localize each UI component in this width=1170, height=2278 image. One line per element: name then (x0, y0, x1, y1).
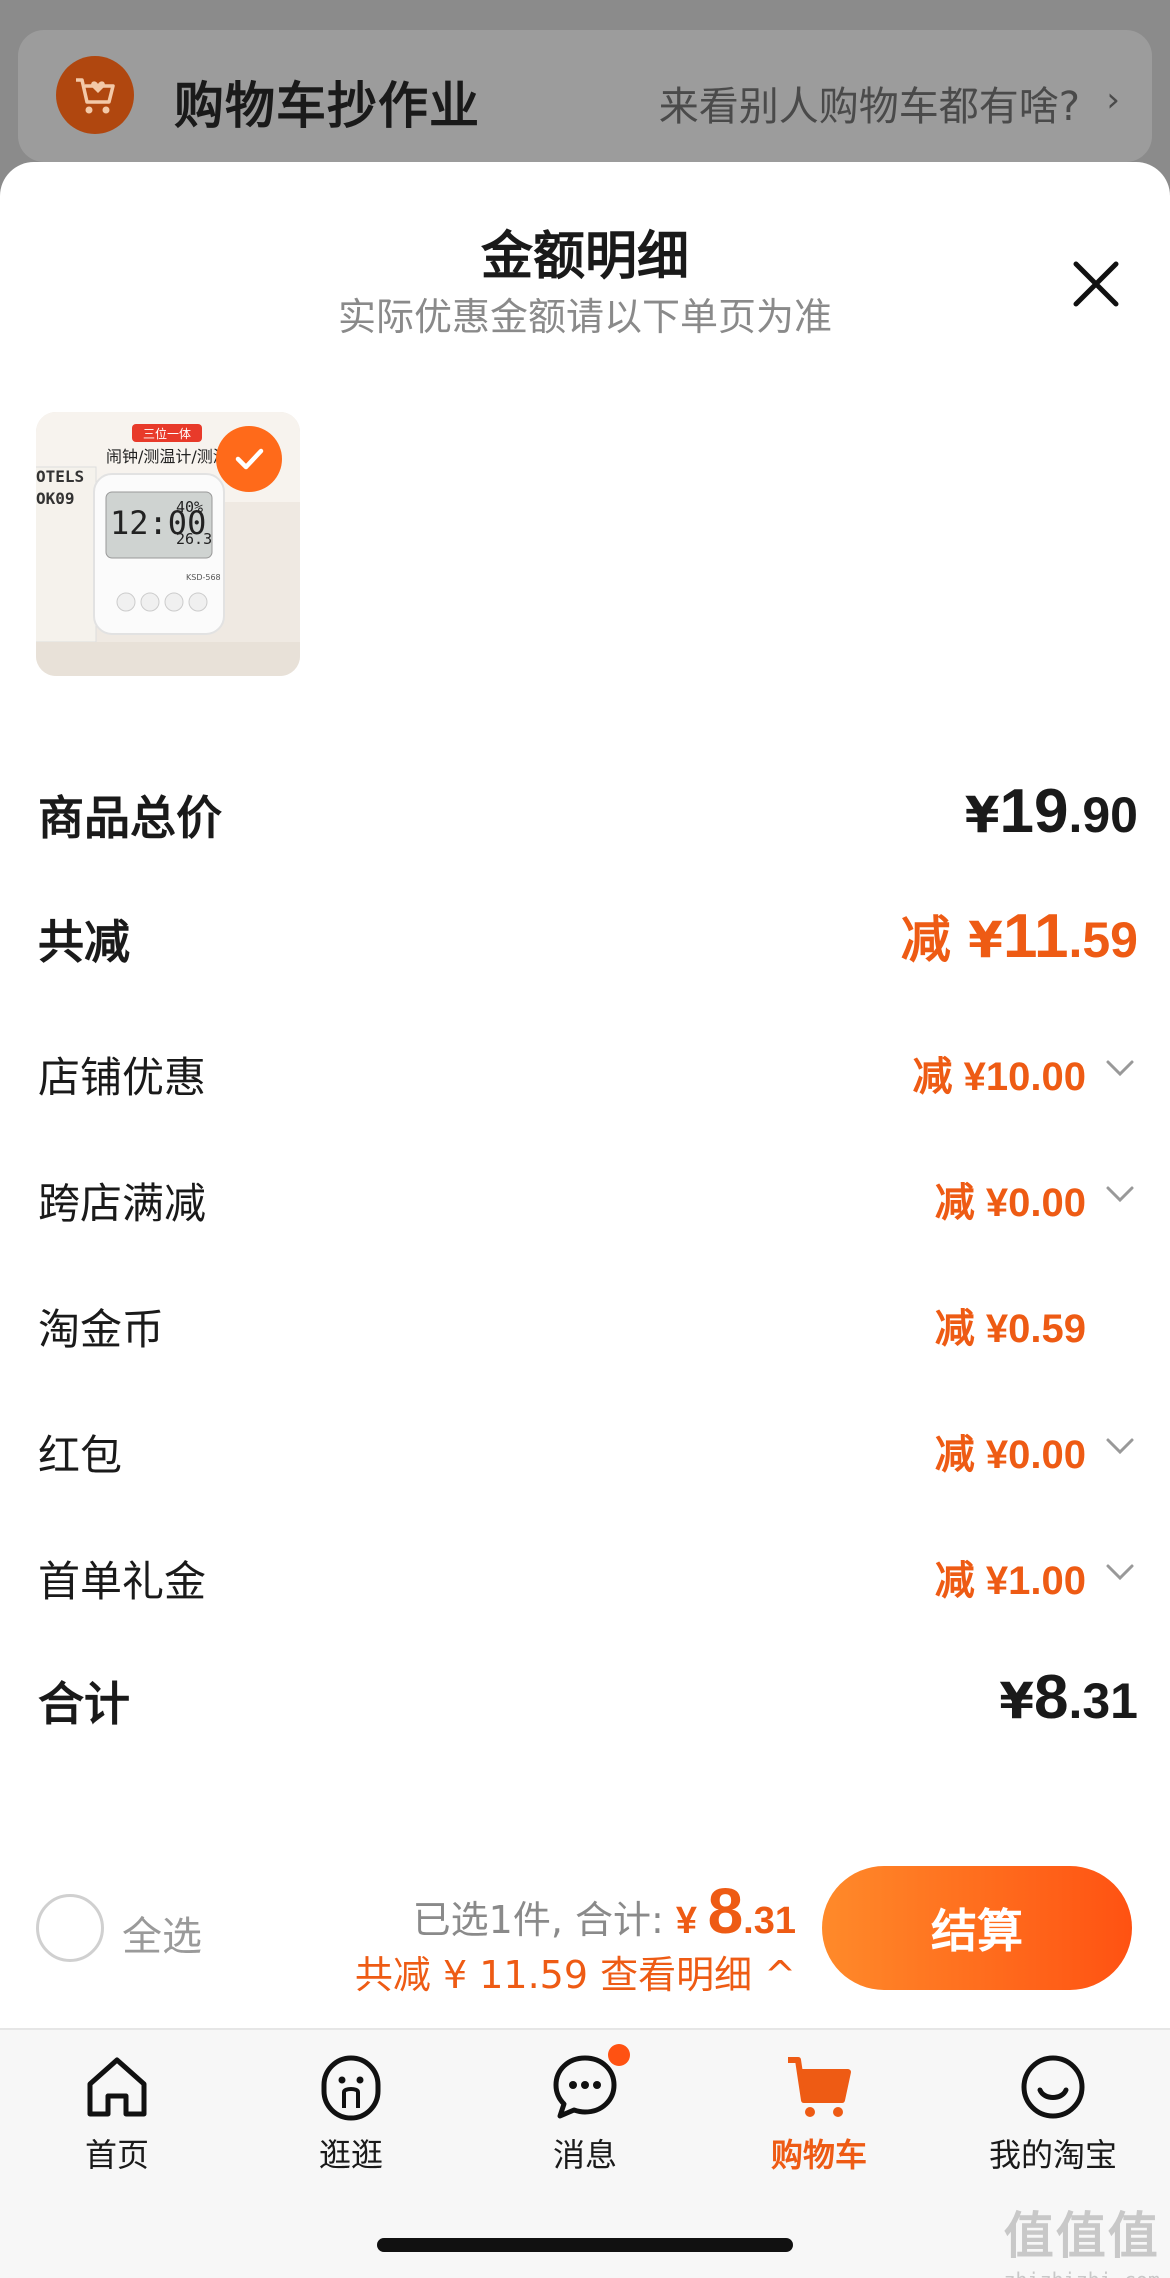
row-first-order-gift[interactable]: 首单礼金 减 ¥1.00 (38, 1544, 1138, 1624)
row-label: 红包 (38, 1431, 123, 1480)
row-total-price: 商品总价 ¥19.90 (38, 776, 1138, 856)
svg-text:OK09: OK09 (36, 489, 75, 508)
home-indicator (377, 2238, 793, 2252)
tab-browse[interactable]: 逛逛 (234, 2050, 468, 2180)
cart-icon (782, 2050, 856, 2124)
selected-check-icon[interactable] (216, 426, 282, 492)
row-total-discount: 共减 减 ¥11.59 (38, 902, 1138, 982)
shopping-cart-homework-banner[interactable]: 购物车抄作业 来看别人购物车都有啥? › (18, 30, 1152, 162)
row-label: 商品总价 (38, 791, 222, 845)
row-taojinbi: 淘金币 减 ¥0.59 (38, 1292, 1138, 1372)
message-icon (548, 2044, 630, 2124)
profile-icon (1016, 2050, 1090, 2124)
grand-total-value: ¥8.31 (999, 1663, 1138, 1732)
chevron-right-icon: › (1106, 80, 1120, 120)
row-label: 跨店满减 (38, 1179, 207, 1228)
svg-text:三位一体: 三位一体 (143, 426, 191, 441)
row-value: 减 ¥1.00 (934, 1559, 1086, 1603)
banner-subtitle: 来看别人购物车都有啥? (658, 84, 1080, 130)
close-button[interactable] (1068, 256, 1124, 312)
total-price-value: ¥19.90 (964, 777, 1138, 846)
row-label: 合计 (38, 1677, 130, 1731)
tab-messages[interactable]: 消息 (468, 2044, 702, 2180)
select-all-checkbox[interactable] (36, 1894, 104, 1962)
row-red-packet[interactable]: 红包 减 ¥0.00 (38, 1418, 1138, 1498)
svg-text:40%: 40% (176, 498, 203, 516)
view-details-link[interactable]: 共减 ¥ 11.59 查看明细 ^ (355, 1944, 796, 1999)
chevron-down-icon (1106, 1564, 1134, 1581)
sheet-subtitle: 实际优惠金额请以下单页为准 (337, 295, 832, 339)
chevron-down-icon (1106, 1438, 1134, 1455)
tab-profile[interactable]: 我的淘宝 (936, 2050, 1170, 2180)
selected-summary: 已选1件, 合计: ¥ 8.31 (412, 1875, 796, 1947)
row-value: 减 ¥0.00 (934, 1181, 1086, 1225)
row-store-discount[interactable]: 店铺优惠 减 ¥10.00 (38, 1040, 1138, 1120)
tab-home[interactable]: 首页 (0, 2050, 234, 2180)
row-value: 减 ¥10.00 (912, 1055, 1086, 1099)
tab-cart[interactable]: 购物车 (702, 2050, 936, 2180)
summary-total: ¥ 8.31 (675, 1875, 796, 1947)
svg-text:闹钟/测温计/测湿: 闹钟/测温计/测湿 (106, 447, 229, 466)
svg-text:26.3: 26.3 (176, 530, 212, 548)
unread-badge (608, 2044, 630, 2066)
row-label: 淘金币 (38, 1305, 165, 1354)
row-label: 店铺优惠 (38, 1053, 207, 1102)
row-label: 首单礼金 (38, 1557, 207, 1606)
heart-cart-icon (56, 56, 134, 134)
home-icon (80, 2050, 154, 2124)
svg-text:KSD-568: KSD-568 (186, 573, 221, 582)
row-cross-store-discount[interactable]: 跨店满减 减 ¥0.00 (38, 1166, 1138, 1246)
row-value: 减 ¥0.00 (934, 1433, 1086, 1477)
banner-title: 购物车抄作业 (174, 77, 480, 135)
sheet-title: 金额明细 (480, 227, 689, 287)
chevron-down-icon (1106, 1186, 1134, 1203)
browse-icon (314, 2050, 388, 2124)
row-label: 共减 (38, 915, 130, 969)
row-grand-total: 合计 ¥8.31 (38, 1662, 1138, 1742)
close-icon (1073, 261, 1119, 307)
row-value: 减 ¥0.59 (934, 1307, 1086, 1351)
chevron-down-icon (1106, 1060, 1134, 1077)
svg-text:OTELS: OTELS (36, 467, 84, 486)
watermark-logo: 值值值 zhizhizhi.com (1003, 2207, 1160, 2278)
select-all-label: 全选 (122, 1914, 202, 1960)
checkout-button[interactable]: 结算 (822, 1866, 1132, 1990)
total-discount-value: 减 ¥11.59 (900, 902, 1138, 971)
